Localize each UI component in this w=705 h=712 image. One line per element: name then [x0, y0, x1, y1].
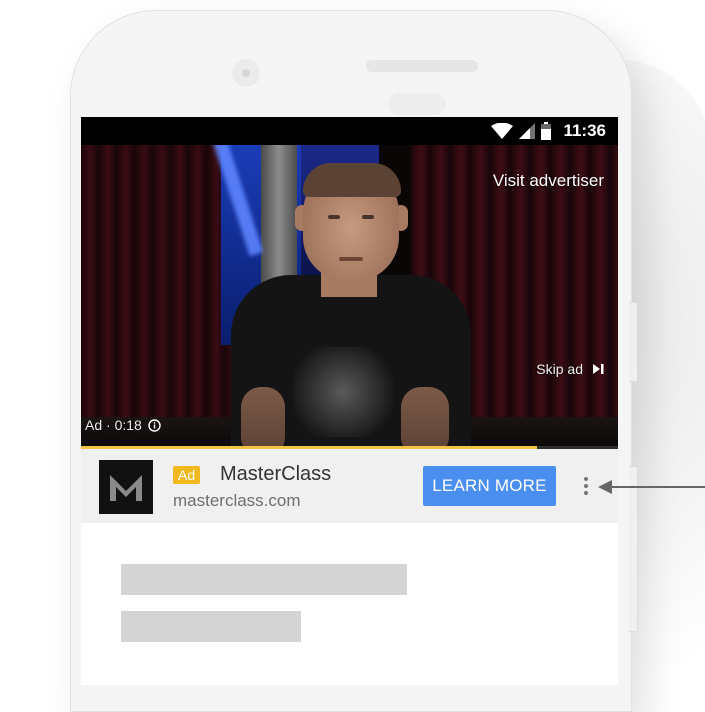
- menu-dot: [584, 491, 588, 495]
- status-clock: 11:36: [563, 121, 606, 140]
- learn-more-button[interactable]: LEARN MORE: [423, 466, 556, 506]
- info-icon[interactable]: [148, 418, 161, 432]
- presenter-arm-right: [401, 387, 449, 449]
- video-player[interactable]: 11:36 Visit advertiser Skip ad Ad · 0:18: [81, 117, 618, 449]
- stage-curtain-left: [81, 145, 231, 449]
- ad-badge: Ad: [173, 466, 201, 484]
- shirt-print: [293, 347, 393, 437]
- content-placeholder-line: [121, 611, 301, 642]
- callout-arrow-icon: [598, 480, 705, 494]
- volume-button: [629, 302, 638, 382]
- masterclass-logo-icon: [110, 475, 142, 501]
- presenter-hair: [303, 163, 401, 197]
- earpiece-speaker: [366, 60, 478, 72]
- wifi-icon: [491, 123, 514, 139]
- advertiser-name[interactable]: MasterClass: [220, 463, 331, 486]
- menu-dot: [584, 484, 588, 488]
- presenter-eye-left: [328, 215, 340, 219]
- battery-icon: [541, 122, 552, 140]
- phone-screen: 11:36 Visit advertiser Skip ad Ad · 0:18: [81, 117, 618, 685]
- presenter-arm-left: [241, 387, 285, 449]
- status-icons: 11:36: [491, 121, 606, 141]
- visit-advertiser-link[interactable]: Visit advertiser: [493, 171, 604, 191]
- advertiser-url[interactable]: masterclass.com: [173, 491, 301, 511]
- skip-ad-button[interactable]: Skip ad: [536, 361, 604, 377]
- ad-companion-bar[interactable]: Ad MasterClass masterclass.com LEARN MOR…: [81, 449, 618, 523]
- signal-icon: [519, 123, 536, 139]
- front-camera: [232, 59, 260, 87]
- proximity-sensor: [388, 93, 446, 115]
- presenter-eye-right: [362, 215, 374, 219]
- skip-next-icon: [593, 364, 604, 374]
- advertiser-logo[interactable]: [99, 460, 153, 514]
- more-vert-icon[interactable]: [577, 471, 595, 501]
- ad-timer-label: Ad · 0:18: [85, 417, 142, 433]
- presenter-mouth: [339, 257, 363, 261]
- ad-timer: Ad · 0:18: [85, 417, 161, 433]
- menu-dot: [584, 477, 588, 481]
- skip-ad-label: Skip ad: [536, 361, 583, 377]
- status-bar: 11:36: [81, 117, 618, 145]
- content-placeholder-line: [121, 564, 407, 595]
